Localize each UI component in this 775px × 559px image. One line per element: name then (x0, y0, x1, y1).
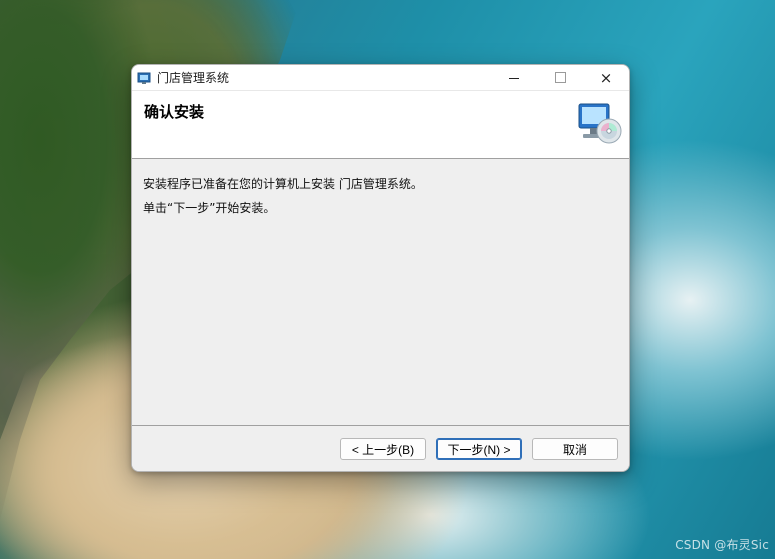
watermark-text: CSDN @布灵Sic (675, 538, 769, 552)
maximize-button[interactable] (537, 65, 583, 90)
next-button[interactable]: 下一步(N) > (436, 438, 522, 460)
window-title: 门店管理系统 (157, 71, 230, 85)
wizard-content: 安装程序已准备在您的计算机上安装 门店管理系统。 单击“下一步”开始安装。 (132, 159, 629, 425)
title-bar[interactable]: 门店管理系统 × (132, 65, 629, 91)
page-title: 确认安装 (144, 103, 205, 121)
wizard-footer: < 上一步(B) 下一步(N) > 取消 (132, 426, 629, 471)
maximize-icon (554, 72, 566, 83)
close-button[interactable]: × (583, 65, 629, 90)
back-button[interactable]: < 上一步(B) (340, 438, 426, 460)
minimize-icon (509, 78, 519, 79)
installer-icon (137, 72, 151, 84)
minimize-button[interactable] (491, 65, 537, 90)
computer-cd-icon (578, 103, 622, 144)
installer-window: 门店管理系统 × 确认安装 安装程序已准备在您的计算机上安装 门店管理系统。 单… (131, 64, 630, 472)
ready-message: 安装程序已准备在您的计算机上安装 门店管理系统。 (143, 177, 423, 191)
cancel-button[interactable]: 取消 (532, 438, 618, 460)
wizard-header: 确认安装 (132, 91, 629, 159)
instruction-message: 单击“下一步”开始安装。 (143, 201, 276, 215)
close-icon: × (599, 68, 613, 87)
